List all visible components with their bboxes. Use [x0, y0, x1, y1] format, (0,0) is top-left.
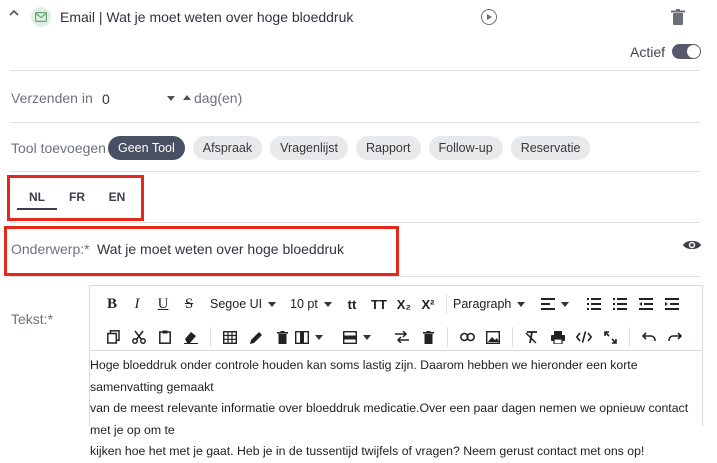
mail-icon [31, 7, 51, 27]
tab-en[interactable]: EN [97, 186, 137, 210]
language-tabs: NL FR EN [17, 186, 137, 210]
clear-format-icon[interactable] [519, 326, 545, 348]
divider [10, 171, 700, 172]
italic-button[interactable]: I [124, 293, 150, 315]
align-left-icon [541, 298, 555, 310]
editor-line: Hoge bloeddruk onder controle houden kan… [90, 358, 638, 394]
text-label: Tekst:* [11, 311, 54, 327]
bold-button[interactable]: B [100, 293, 124, 315]
copy-icon[interactable] [100, 326, 126, 348]
strikethrough-button[interactable]: S [176, 293, 202, 315]
lowercase-icon[interactable]: tt [338, 293, 366, 315]
font-family-value: Segoe UI [210, 297, 263, 311]
send-days-input[interactable]: 0 [102, 91, 110, 107]
toolbar-separator [512, 327, 513, 347]
tool-afspraak[interactable]: Afspraak [192, 136, 263, 160]
superscript-icon[interactable]: X² [416, 293, 440, 315]
tool-pills: Geen Tool Afspraak Vragenlijst Rapport F… [108, 136, 591, 160]
row-select[interactable] [343, 326, 383, 348]
underline-button[interactable]: U [150, 293, 176, 315]
font-size-value: 10 pt [290, 297, 318, 311]
divider [10, 70, 700, 71]
tool-label: Tool toevoegen [11, 140, 106, 156]
divider [10, 122, 700, 123]
active-label: Actief [630, 44, 666, 60]
tool-vragenlijst[interactable]: Vragenlijst [270, 136, 349, 160]
pencil-icon[interactable] [243, 326, 269, 348]
subject-input[interactable]: Wat je moet weten over hoge bloeddruk [97, 241, 344, 257]
tool-geen-tool[interactable]: Geen Tool [108, 136, 185, 160]
column-select[interactable] [295, 326, 335, 348]
indent-icon[interactable] [659, 293, 685, 315]
eraser-icon[interactable] [178, 326, 204, 348]
trash-icon[interactable] [671, 9, 685, 25]
block-format-select[interactable]: Paragraph [453, 293, 533, 315]
caret-up-icon[interactable] [183, 95, 191, 100]
row-icon [343, 330, 357, 344]
delete-table-icon[interactable] [269, 326, 295, 348]
toolbar-separator [446, 294, 447, 314]
send-label: Verzenden in [11, 90, 93, 106]
align-select[interactable] [541, 293, 575, 315]
divider [10, 276, 700, 277]
tool-rapport[interactable]: Rapport [356, 136, 421, 160]
fullscreen-icon[interactable] [597, 326, 623, 348]
subject-label: Onderwerp:* [11, 241, 90, 257]
outdent-icon[interactable] [633, 293, 659, 315]
email-title: Email | Wat je moet weten over hoge bloe… [60, 9, 354, 25]
toolbar-separator [447, 327, 448, 347]
font-family-select[interactable]: Segoe UI [210, 293, 282, 315]
tool-reservatie[interactable]: Reservatie [510, 136, 591, 160]
bullet-list-icon[interactable] [607, 293, 633, 315]
toolbar-separator [629, 327, 630, 347]
image-icon[interactable] [480, 326, 506, 348]
trash-icon[interactable] [415, 326, 441, 348]
block-format-value: Paragraph [453, 297, 512, 311]
link-icon[interactable] [454, 326, 480, 348]
chevron-up-icon[interactable] [7, 6, 21, 20]
editor-line: kijken hoe het met je gaat. Heb je in de… [90, 444, 645, 458]
font-size-select[interactable]: 10 pt [290, 293, 338, 315]
play-icon[interactable] [481, 9, 497, 25]
active-toggle[interactable] [672, 44, 701, 59]
toggle-knob [687, 45, 700, 58]
toolbar-row-1: B I U S Segoe UI 10 pt tt TT X₂ X² Parag… [100, 293, 685, 315]
cut-icon[interactable] [126, 326, 152, 348]
ordered-list-icon[interactable] [581, 293, 607, 315]
tool-follow-up[interactable]: Follow-up [428, 136, 503, 160]
column-icon [295, 330, 309, 344]
divider [10, 222, 700, 223]
caret-down-icon[interactable] [167, 96, 175, 101]
print-icon[interactable] [545, 326, 571, 348]
tab-fr[interactable]: FR [57, 186, 97, 210]
code-icon[interactable] [571, 326, 597, 348]
undo-icon[interactable] [636, 326, 662, 348]
uppercase-icon[interactable]: TT [366, 293, 392, 315]
editor-divider [89, 350, 703, 351]
editor-content[interactable]: Hoge bloeddruk onder controle houden kan… [90, 355, 698, 463]
eye-icon[interactable] [682, 238, 702, 252]
table-icon[interactable] [217, 326, 243, 348]
toolbar-separator [210, 327, 211, 347]
toolbar-row-2 [100, 326, 688, 348]
redo-icon[interactable] [662, 326, 688, 348]
send-unit: dag(en) [194, 90, 243, 106]
subscript-icon[interactable]: X₂ [392, 293, 416, 315]
swap-icon[interactable] [389, 326, 415, 348]
paste-icon[interactable] [152, 326, 178, 348]
editor-line: van de meest relevante informatie over b… [90, 401, 689, 437]
tab-nl[interactable]: NL [17, 186, 57, 210]
